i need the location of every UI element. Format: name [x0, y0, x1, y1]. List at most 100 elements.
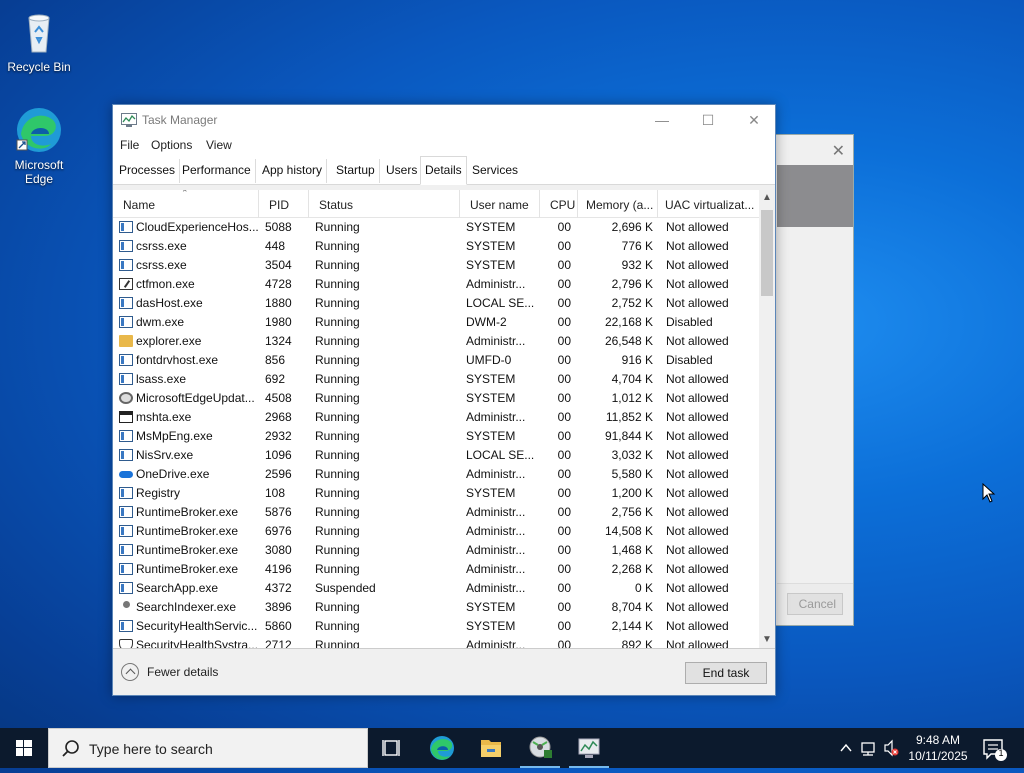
title-bar[interactable]: Task Manager — ☐ ✕	[113, 105, 775, 135]
process-icon	[119, 582, 133, 594]
table-row[interactable]: SecurityHealthSystra... 2712 Running Admini…	[113, 636, 759, 648]
vertical-scrollbar[interactable]: ▲ ▼	[759, 190, 775, 648]
desktop-icon-recycle-bin[interactable]: Recycle Bin	[1, 8, 77, 74]
tab-app-history[interactable]: App history	[258, 159, 328, 183]
process-user: SYSTEM	[466, 619, 516, 633]
process-pid: 1096	[265, 448, 292, 462]
process-uac: Not allowed	[666, 239, 729, 253]
process-memory: 2,696 K	[611, 220, 653, 234]
tab-services[interactable]: Services	[468, 159, 522, 183]
process-status: Running	[315, 258, 360, 272]
process-uac: Not allowed	[666, 638, 729, 648]
taskbar-edge[interactable]	[418, 728, 466, 768]
column-header-name[interactable]: Name	[113, 190, 259, 218]
table-row[interactable]: RuntimeBroker.exe 4196 Running Administr...…	[113, 560, 759, 579]
cancel-button[interactable]: Cancel	[787, 593, 843, 615]
clock-time: 9:48 AM	[915, 733, 961, 747]
edge-icon	[430, 736, 454, 760]
process-icon	[119, 601, 133, 613]
table-row[interactable]: SearchApp.exe 4372 Suspended Administr... 00…	[113, 579, 759, 598]
process-memory: 1,468 K	[611, 543, 653, 557]
process-pid: 2932	[265, 429, 292, 443]
table-row[interactable]: csrss.exe 3504 Running SYSTEM 00 932 K Not all…	[113, 256, 759, 275]
process-memory: 2,268 K	[611, 562, 653, 576]
process-pid: 2596	[265, 467, 292, 481]
taskbar-disc-app[interactable]	[516, 728, 564, 768]
taskbar-search-box[interactable]: Type here to search	[48, 728, 368, 768]
menu-view[interactable]: View	[206, 138, 232, 152]
process-status: Running	[315, 410, 360, 424]
process-status: Running	[315, 562, 360, 576]
column-header-memory[interactable]: Memory (a...	[578, 190, 658, 218]
process-status: Running	[315, 391, 360, 405]
column-header-pid[interactable]: PID	[259, 190, 309, 218]
desktop-icon-edge[interactable]: Microsoft Edge	[1, 106, 77, 186]
maximize-button[interactable]: ☐	[685, 105, 731, 135]
minimize-button[interactable]: —	[639, 105, 685, 135]
table-row[interactable]: Registry 108 Running SYSTEM 00 1,200 K Not all…	[113, 484, 759, 503]
table-row[interactable]: SecurityHealthServic... 5860 Running SYSTEM…	[113, 617, 759, 636]
tab-details[interactable]: Details	[420, 156, 467, 185]
scroll-down-icon[interactable]: ▼	[759, 632, 775, 648]
close-button[interactable]: ✕	[731, 105, 777, 135]
process-user: SYSTEM	[466, 486, 516, 500]
menu-file[interactable]: File	[120, 138, 139, 152]
tab-startup[interactable]: Startup	[332, 159, 380, 183]
fewer-details-button[interactable]: Fewer details	[121, 663, 218, 681]
end-task-button[interactable]: End task	[685, 662, 767, 684]
process-icon	[119, 278, 133, 290]
column-header-uac[interactable]: UAC virtualizat...	[658, 190, 759, 218]
table-row[interactable]: MicrosoftEdgeUpdat... 4508 Running SYSTEM 00…	[113, 389, 759, 408]
process-icon	[119, 620, 133, 632]
table-row[interactable]: dwm.exe 1980 Running DWM-2 00 22,168 K Disable…	[113, 313, 759, 332]
process-cpu: 00	[557, 315, 571, 329]
table-row[interactable]: mshta.exe 2968 Running Administr... 00 11,852…	[113, 408, 759, 427]
scroll-up-icon[interactable]: ▲	[759, 190, 775, 206]
tab-users[interactable]: Users	[382, 159, 423, 183]
taskbar-clock[interactable]: 9:48 AM 10/11/2025	[902, 732, 974, 764]
process-status: Running	[315, 467, 360, 481]
table-row[interactable]: explorer.exe 1324 Running Administr... 00 26,…	[113, 332, 759, 351]
table-row[interactable]: CloudExperienceHos... 5088 Running SYSTEM 00…	[113, 218, 759, 237]
process-name: OneDrive.exe	[136, 467, 210, 481]
taskbar-file-explorer[interactable]	[467, 728, 515, 768]
process-status: Running	[315, 429, 360, 443]
process-user: SYSTEM	[466, 600, 516, 614]
start-button[interactable]	[0, 728, 48, 768]
table-row[interactable]: RuntimeBroker.exe 5876 Running Administr...…	[113, 503, 759, 522]
notification-center-button[interactable]: 1	[976, 728, 1024, 768]
table-row[interactable]: SearchIndexer.exe 3896 Running SYSTEM 00 8,70…	[113, 598, 759, 617]
column-header-status[interactable]: Status	[309, 190, 460, 218]
table-row[interactable]: ctfmon.exe 4728 Running Administr... 00 2,796…	[113, 275, 759, 294]
process-memory: 776 K	[621, 239, 653, 253]
process-cpu: 00	[557, 486, 571, 500]
table-row[interactable]: RuntimeBroker.exe 6976 Running Administr...…	[113, 522, 759, 541]
task-view-button[interactable]	[368, 728, 416, 768]
close-icon[interactable]: ✕	[832, 141, 845, 161]
tab-processes[interactable]: Processes	[115, 159, 181, 183]
table-row[interactable]: NisSrv.exe 1096 Running LOCAL SE... 00 3,032 …	[113, 446, 759, 465]
table-row[interactable]: csrss.exe 448 Running SYSTEM 00 776 K Not allo…	[113, 237, 759, 256]
table-row[interactable]: RuntimeBroker.exe 3080 Running Administr...…	[113, 541, 759, 560]
taskbar-task-manager[interactable]	[565, 728, 613, 768]
tab-performance[interactable]: Performance	[178, 159, 256, 183]
volume-muted-icon	[884, 739, 899, 757]
process-name: MicrosoftEdgeUpdat...	[136, 391, 255, 405]
process-memory: 5,580 K	[611, 467, 653, 481]
process-status: Suspended	[315, 581, 376, 595]
process-uac: Not allowed	[666, 220, 729, 234]
process-uac: Not allowed	[666, 467, 729, 481]
network-icon	[861, 742, 875, 756]
process-memory: 2,796 K	[611, 277, 653, 291]
table-row[interactable]: fontdrvhost.exe 856 Running UMFD-0 00 916 K Di…	[113, 351, 759, 370]
menu-options[interactable]: Options	[151, 138, 192, 152]
table-row[interactable]: lsass.exe 692 Running SYSTEM 00 4,704 K Not al…	[113, 370, 759, 389]
column-header-user-name[interactable]: User name	[460, 190, 540, 218]
process-name: dasHost.exe	[136, 296, 203, 310]
scroll-thumb[interactable]	[761, 210, 773, 296]
table-row[interactable]: dasHost.exe 1880 Running LOCAL SE... 00 2,752…	[113, 294, 759, 313]
column-header-cpu[interactable]: CPU	[540, 190, 578, 218]
process-icon	[119, 354, 133, 366]
table-row[interactable]: OneDrive.exe 2596 Running Administr... 00 5,5…	[113, 465, 759, 484]
table-row[interactable]: MsMpEng.exe 2932 Running SYSTEM 00 91,844 K No…	[113, 427, 759, 446]
